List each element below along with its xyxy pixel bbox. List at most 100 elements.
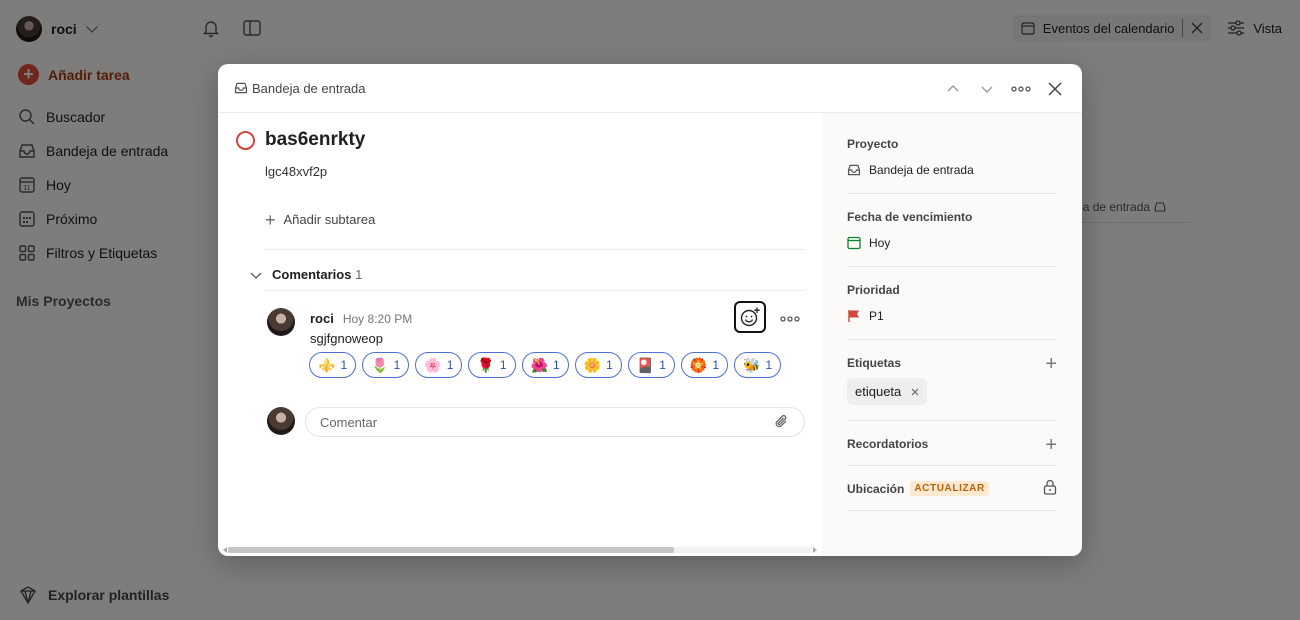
reaction-pill[interactable]: 🐝 1 [734, 352, 782, 378]
reaction-emoji: 🌷 [371, 356, 389, 373]
remove-label-icon[interactable] [911, 388, 919, 396]
add-label-button[interactable]: + [1045, 354, 1057, 374]
chevron-up-icon [947, 85, 959, 92]
reaction-emoji: ⚜️ [318, 356, 336, 373]
project-section: Proyecto Bandeja de entrada [847, 137, 1057, 194]
modal-header: Bandeja de entrada [218, 64, 1082, 113]
due-date-section: Fecha de vencimiento Hoy [847, 210, 1057, 267]
previous-task-button[interactable] [940, 76, 966, 102]
reaction-emoji: 🌼 [583, 356, 602, 373]
avatar [267, 407, 295, 435]
task-details-sidebar: Proyecto Bandeja de entrada Fecha de ven… [822, 113, 1082, 556]
due-date-selector[interactable]: Hoy [847, 236, 1057, 250]
plus-icon: + [265, 209, 276, 230]
reaction-list: ⚜️ 1 🌷 1 🌸 1 🌹 1 🌺 1 🌼 1 🎴 1 🏵️ 1 🐝 1 [309, 352, 782, 378]
comments-count: 1 [355, 267, 363, 282]
reaction-emoji: 🏵️ [689, 356, 708, 373]
priority-section: Prioridad P1 [847, 283, 1057, 340]
scrollbar-thumb[interactable] [228, 547, 674, 553]
calendar-icon [847, 236, 861, 250]
add-reaction-button[interactable] [734, 301, 766, 333]
reaction-pill[interactable]: 🌷 1 [362, 352, 410, 378]
reaction-emoji: 🎴 [636, 356, 655, 373]
priority-label: Prioridad [847, 283, 900, 297]
comment-placeholder: Comentar [320, 414, 378, 430]
reminders-label: Recordatorios [847, 437, 929, 451]
reaction-count: 1 [765, 358, 773, 372]
reaction-emoji: 🐝 [743, 356, 761, 373]
next-task-button[interactable] [974, 76, 1000, 102]
divider [265, 249, 805, 250]
location-row: Ubicación ACTUALIZAR [847, 481, 1057, 496]
reaction-count: 1 [659, 358, 666, 372]
location-section: Ubicación ACTUALIZAR [847, 479, 1057, 511]
location-label: Ubicación [847, 481, 905, 496]
reaction-emoji: 🌸 [424, 356, 442, 373]
close-icon [1048, 82, 1062, 96]
more-horizontal-icon [780, 316, 800, 322]
more-actions-button[interactable] [1008, 76, 1034, 102]
comment-timestamp: Hoy 8:20 PM [342, 312, 413, 326]
task-description[interactable]: lgc48xvf2p [265, 164, 327, 179]
reaction-pill[interactable]: 🌹 1 [468, 352, 516, 378]
chevron-down-icon [981, 86, 993, 93]
due-date-value: Hoy [869, 236, 891, 250]
avatar [267, 308, 295, 336]
paperclip-icon[interactable] [774, 414, 790, 430]
reaction-emoji: 🌺 [530, 356, 548, 373]
comment-author: roci [310, 311, 334, 326]
add-reminder-button[interactable]: + [1045, 435, 1057, 455]
reminders-section: Recordatorios + [847, 435, 1057, 466]
comment-meta: roci Hoy 8:20 PM [310, 311, 412, 326]
reaction-pill[interactable]: 🌺 1 [521, 352, 569, 378]
chevron-down-icon [250, 272, 262, 279]
comments-toggle[interactable]: Comentarios 1 [250, 267, 362, 282]
due-date-label: Fecha de vencimiento [847, 210, 973, 224]
add-subtask-label: Añadir subtarea [283, 212, 376, 227]
reaction-count: 1 [393, 358, 401, 372]
lock-icon[interactable] [1043, 479, 1057, 495]
labels-section: Etiquetas + etiqueta [847, 354, 1057, 421]
project-selector[interactable]: Bandeja de entrada [847, 163, 1057, 177]
divider [265, 290, 805, 291]
task-title[interactable]: bas6enrkty [265, 129, 365, 151]
scroll-right-icon[interactable] [812, 546, 818, 554]
upgrade-badge[interactable]: ACTUALIZAR [910, 481, 989, 496]
inbox-icon [847, 164, 861, 176]
close-modal-button[interactable] [1042, 76, 1068, 102]
comment-text: sgjfgnoweop [310, 331, 383, 346]
reaction-pill[interactable]: 🌼 1 [574, 352, 622, 378]
horizontal-scrollbar[interactable] [222, 546, 818, 554]
label-chip[interactable]: etiqueta [847, 378, 928, 405]
priority-value: P1 [869, 309, 884, 323]
reaction-pill[interactable]: 🎴 1 [627, 352, 675, 378]
modal-header-actions [940, 76, 1068, 102]
comment-input[interactable]: Comentar [305, 407, 805, 437]
comment-more-button[interactable] [779, 308, 801, 330]
project-label: Proyecto [847, 137, 899, 151]
add-subtask-button[interactable]: + Añadir subtarea [265, 209, 376, 230]
more-horizontal-icon [1011, 86, 1031, 92]
reaction-pill[interactable]: 🌸 1 [415, 352, 463, 378]
reaction-count: 1 [499, 358, 507, 372]
reaction-count: 1 [446, 358, 454, 372]
reaction-count: 1 [340, 358, 348, 372]
reaction-pill[interactable]: 🏵️ 1 [680, 352, 728, 378]
project-value: Bandeja de entrada [869, 163, 974, 177]
inbox-icon [234, 82, 248, 94]
task-detail-modal: Bandeja de entrada bas6enrkty lgc48xvf2p… [218, 64, 1082, 556]
label-chip-text: etiqueta [855, 384, 902, 399]
reaction-pill[interactable]: ⚜️ 1 [309, 352, 357, 378]
reaction-emoji: 🌹 [477, 356, 495, 373]
reaction-count: 1 [552, 358, 560, 372]
breadcrumb-label: Bandeja de entrada [252, 80, 366, 96]
priority-selector[interactable]: P1 [847, 309, 1057, 323]
complete-task-checkbox[interactable] [236, 130, 255, 150]
task-main-pane: bas6enrkty lgc48xvf2p + Añadir subtarea … [218, 113, 822, 556]
labels-label: Etiquetas [847, 356, 902, 370]
task-title-row: bas6enrkty [236, 129, 365, 151]
reaction-count: 1 [712, 358, 719, 372]
breadcrumb[interactable]: Bandeja de entrada [234, 81, 365, 96]
comments-heading: Comentarios [272, 267, 352, 282]
reaction-count: 1 [606, 358, 613, 372]
